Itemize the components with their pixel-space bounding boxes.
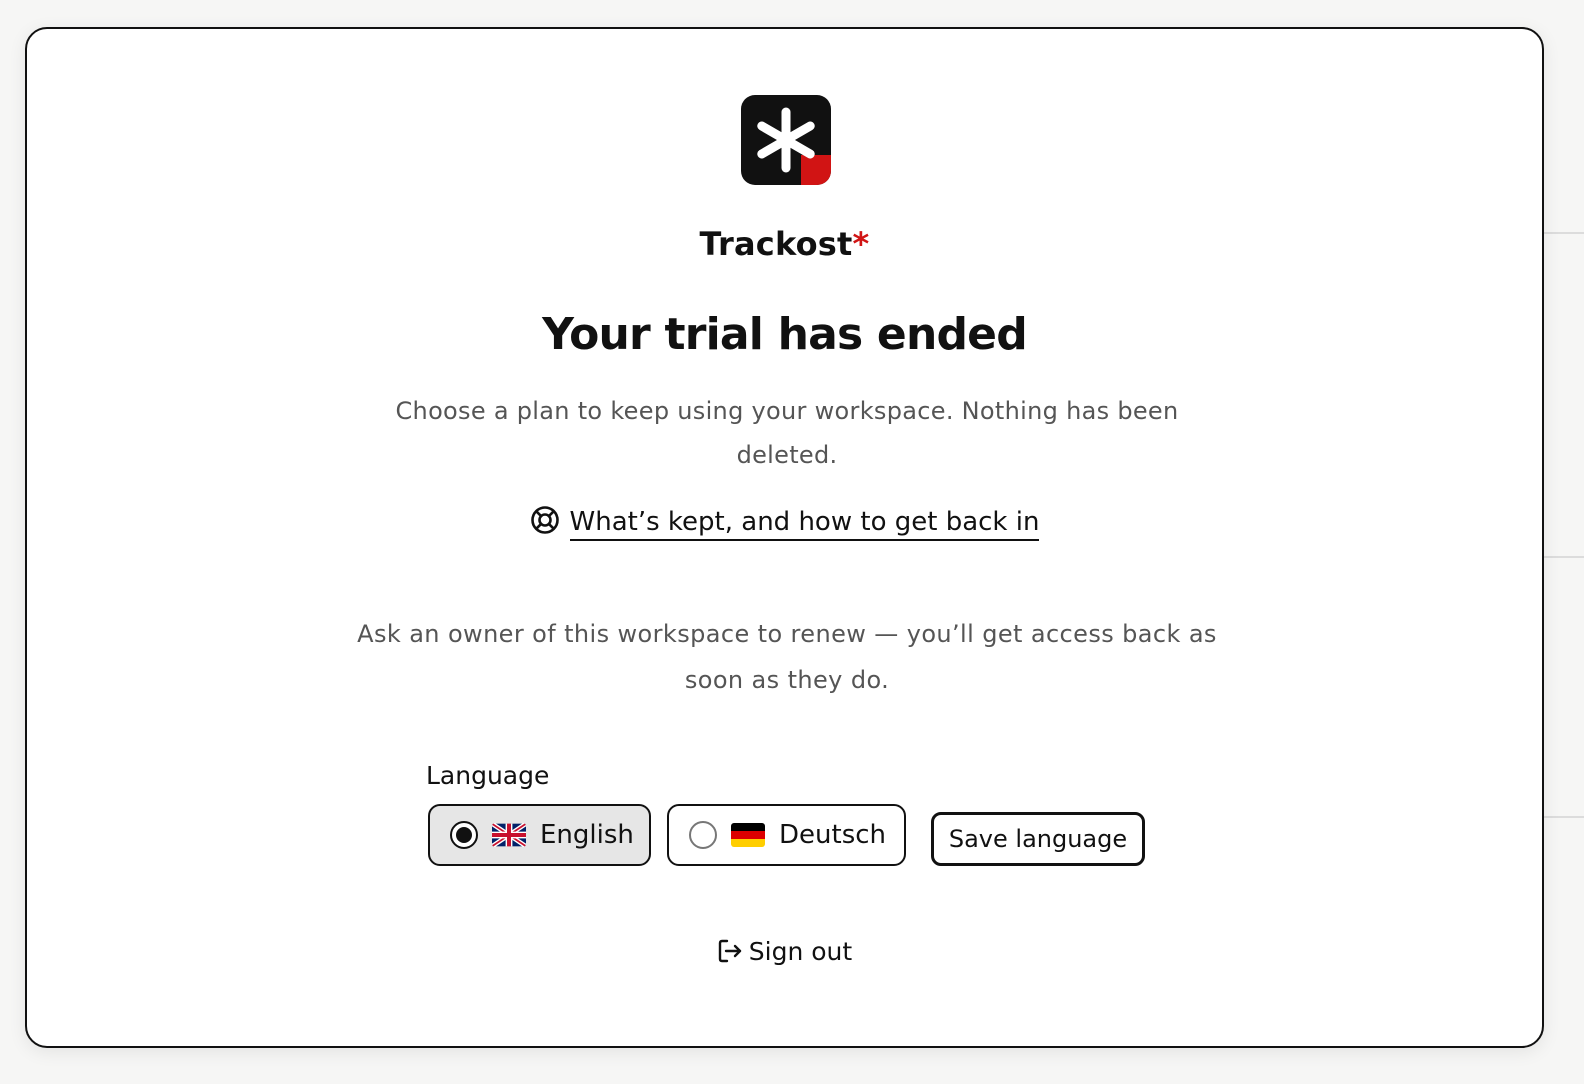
language-option-label: English	[540, 820, 634, 850]
uk-flag-icon	[492, 823, 526, 847]
backdrop-divider	[1544, 556, 1584, 558]
lifebuoy-icon	[530, 505, 560, 535]
asterisk-logo-icon	[741, 95, 831, 185]
renew-notice: Ask an owner of this workspace to renew …	[357, 620, 1217, 694]
language-option-label: Deutsch	[779, 820, 887, 850]
germany-flag-icon	[731, 823, 765, 847]
backdrop-divider	[1544, 816, 1584, 818]
help-link[interactable]: What’s kept, and how to get back in	[569, 507, 1040, 541]
language-option-deutsch[interactable]: Deutsch	[667, 804, 906, 866]
sign-out-button[interactable]: Sign out	[27, 937, 1542, 966]
sign-out-label: Sign out	[748, 937, 853, 966]
backdrop-divider	[1544, 232, 1584, 234]
brand-name: Trackost*	[27, 225, 1542, 263]
brand-wordmark: Trackost	[699, 225, 853, 263]
trial-ended-dialog: Trackost* Your trial has ended Choose a …	[25, 27, 1544, 1048]
radio-selected-icon[interactable]	[450, 821, 478, 849]
help-row: What’s kept, and how to get back in	[27, 505, 1542, 541]
brand-asterisk: *	[852, 225, 870, 263]
language-label: Language	[426, 761, 550, 790]
dialog-title: Your trial has ended	[542, 309, 1028, 360]
sign-out-icon	[717, 938, 743, 964]
radio-unselected-icon[interactable]	[689, 821, 717, 849]
language-option-english[interactable]: English	[428, 804, 651, 866]
dialog-subtitle: Choose a plan to keep using your workspa…	[395, 397, 1179, 469]
save-language-button[interactable]: Save language	[931, 812, 1145, 866]
